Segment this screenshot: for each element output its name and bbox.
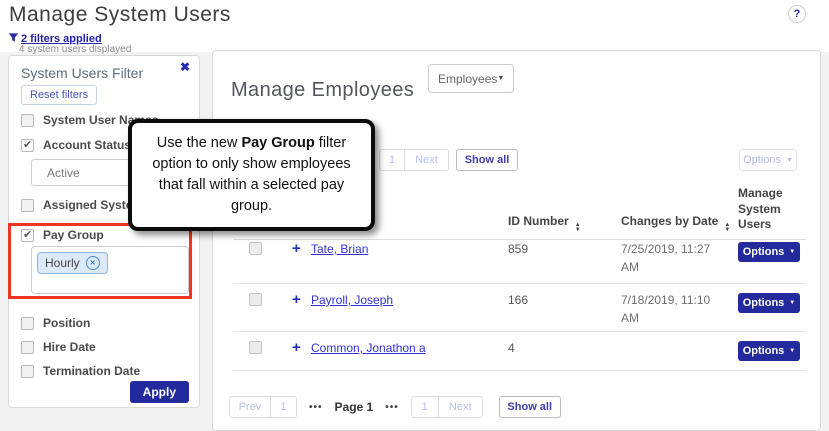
employee-name-link[interactable]: Common, Jonathon a — [311, 341, 508, 355]
options-label: Options — [743, 246, 785, 258]
reset-filters-button[interactable]: Reset filters — [21, 85, 97, 105]
view-selector-dropdown[interactable]: Employees ▼ — [428, 64, 514, 93]
filter-label: Termination Date — [43, 364, 140, 378]
help-icon[interactable]: ? — [788, 5, 806, 23]
employee-name-link[interactable]: Payroll, Joseph — [311, 293, 508, 307]
close-icon[interactable]: ✖ — [180, 60, 190, 74]
filter-funnel-icon — [8, 30, 19, 48]
filter-row-account-status: Account Status — [21, 138, 131, 152]
options-label: Options — [743, 345, 785, 357]
row-options-button[interactable]: Options ▼ — [738, 341, 800, 361]
page-title: Manage System Users — [9, 3, 231, 27]
pay-group-callout: Use the new Pay Group filter option to o… — [128, 119, 375, 231]
termination-date-checkbox[interactable] — [21, 365, 34, 378]
system-user-names-checkbox[interactable] — [21, 114, 34, 127]
row-options-button[interactable]: Options ▼ — [738, 293, 800, 313]
current-page-label: Page 1 — [335, 400, 374, 414]
filter-row-pay-group: Pay Group — [21, 228, 104, 242]
id-number-cell: 4 — [508, 341, 621, 355]
show-all-button[interactable]: Show all — [456, 149, 518, 171]
next-button[interactable]: Next — [404, 150, 448, 170]
id-number-cell: 859 — [508, 242, 621, 256]
filter-row-termination-date: Termination Date — [21, 364, 140, 378]
chevron-down-icon: ▼ — [789, 300, 795, 306]
apply-button[interactable]: Apply — [130, 381, 189, 403]
bottom-pagination: Prev 1 ••• Page 1 ••• 1 Next Show all — [229, 396, 561, 418]
filter-label: Account Status — [43, 138, 131, 152]
next-button[interactable]: Next — [438, 397, 482, 417]
row-checkbox[interactable] — [249, 341, 262, 354]
pay-group-checkbox[interactable] — [21, 229, 34, 242]
changes-date-cell: 7/18/2019, 11:10 AM — [621, 291, 727, 327]
page-1-button[interactable]: 1 — [380, 150, 404, 170]
page-1-button[interactable]: 1 — [412, 397, 438, 417]
filter-label: Assigned Syste — [43, 198, 132, 212]
options-dropdown-button[interactable]: Options ▼ — [739, 149, 797, 171]
ellipsis: ••• — [309, 402, 323, 413]
tag-label: Hourly — [45, 256, 80, 270]
row-checkbox[interactable] — [249, 293, 262, 306]
sort-icon[interactable] — [724, 223, 730, 233]
ellipsis: ••• — [385, 402, 399, 413]
row-options-button[interactable]: Options ▼ — [738, 242, 800, 262]
row-checkbox[interactable] — [249, 242, 262, 255]
filter-row-position: Position — [21, 316, 90, 330]
show-all-button[interactable]: Show all — [499, 396, 561, 418]
users-displayed-count: 4 system users displayed — [19, 44, 131, 55]
hire-date-checkbox[interactable] — [21, 341, 34, 354]
expand-plus-icon[interactable]: + — [292, 242, 311, 255]
table-row: + Tate, Brian 859 7/25/2019, 11:27 AM Op… — [213, 233, 820, 284]
filter-row-assigned-system: Assigned Syste — [21, 198, 132, 212]
expand-plus-icon[interactable]: + — [292, 293, 311, 306]
id-number-cell: 166 — [508, 293, 621, 307]
table-row: + Payroll, Joseph 166 7/18/2019, 11:10 A… — [213, 284, 820, 332]
expand-plus-icon[interactable]: + — [292, 341, 311, 354]
account-status-checkbox[interactable] — [21, 139, 34, 152]
prev-button[interactable]: Prev — [230, 397, 270, 417]
filter-panel-title: System Users Filter — [21, 65, 143, 81]
changes-date-cell: 7/25/2019, 11:27 AM — [621, 240, 727, 276]
filter-label: Hire Date — [43, 340, 96, 354]
options-label: Options — [743, 154, 781, 166]
top-page-group: 1 Next — [379, 149, 449, 171]
column-header-id-number: ID Number — [508, 214, 621, 233]
pay-group-tag-container[interactable]: Hourly ✕ — [31, 246, 189, 294]
filter-label: Pay Group — [43, 228, 104, 242]
column-header-manage-system-users: Manage System Users — [738, 186, 800, 233]
chevron-down-icon: ▼ — [789, 249, 795, 255]
chevron-down-icon: ▼ — [497, 75, 504, 82]
page-1-button[interactable]: 1 — [270, 397, 296, 417]
filter-row-hire-date: Hire Date — [21, 340, 96, 354]
options-label: Options — [743, 297, 785, 309]
sort-icon[interactable] — [575, 223, 581, 233]
position-checkbox[interactable] — [21, 317, 34, 330]
next-page-group: 1 Next — [411, 396, 483, 418]
tag-remove-icon[interactable]: ✕ — [86, 256, 100, 270]
chevron-down-icon: ▼ — [786, 157, 793, 164]
system-users-filter-panel: System Users Filter ✖ Reset filters Syst… — [8, 55, 200, 408]
column-header-changes-by-date: Changes by Date — [621, 214, 738, 233]
employee-name-link[interactable]: Tate, Brian — [311, 242, 508, 256]
main-panel-title: Manage Employees — [231, 79, 414, 102]
manage-employees-panel: Manage Employees Employees ▼ 1 Next Show… — [212, 50, 821, 431]
callout-text: Use the new Pay Group filter option to o… — [140, 133, 363, 217]
chevron-down-icon: ▼ — [789, 348, 795, 354]
filter-label: Position — [43, 316, 90, 330]
view-selector-value: Employees — [438, 72, 497, 86]
employee-table: + Tate, Brian 859 7/25/2019, 11:27 AM Op… — [213, 233, 820, 371]
prev-page-group: Prev 1 — [229, 396, 297, 418]
table-row: + Common, Jonathon a 4 Options ▼ — [213, 332, 820, 371]
pay-group-tag: Hourly ✕ — [37, 252, 108, 274]
assigned-system-checkbox[interactable] — [21, 199, 34, 212]
